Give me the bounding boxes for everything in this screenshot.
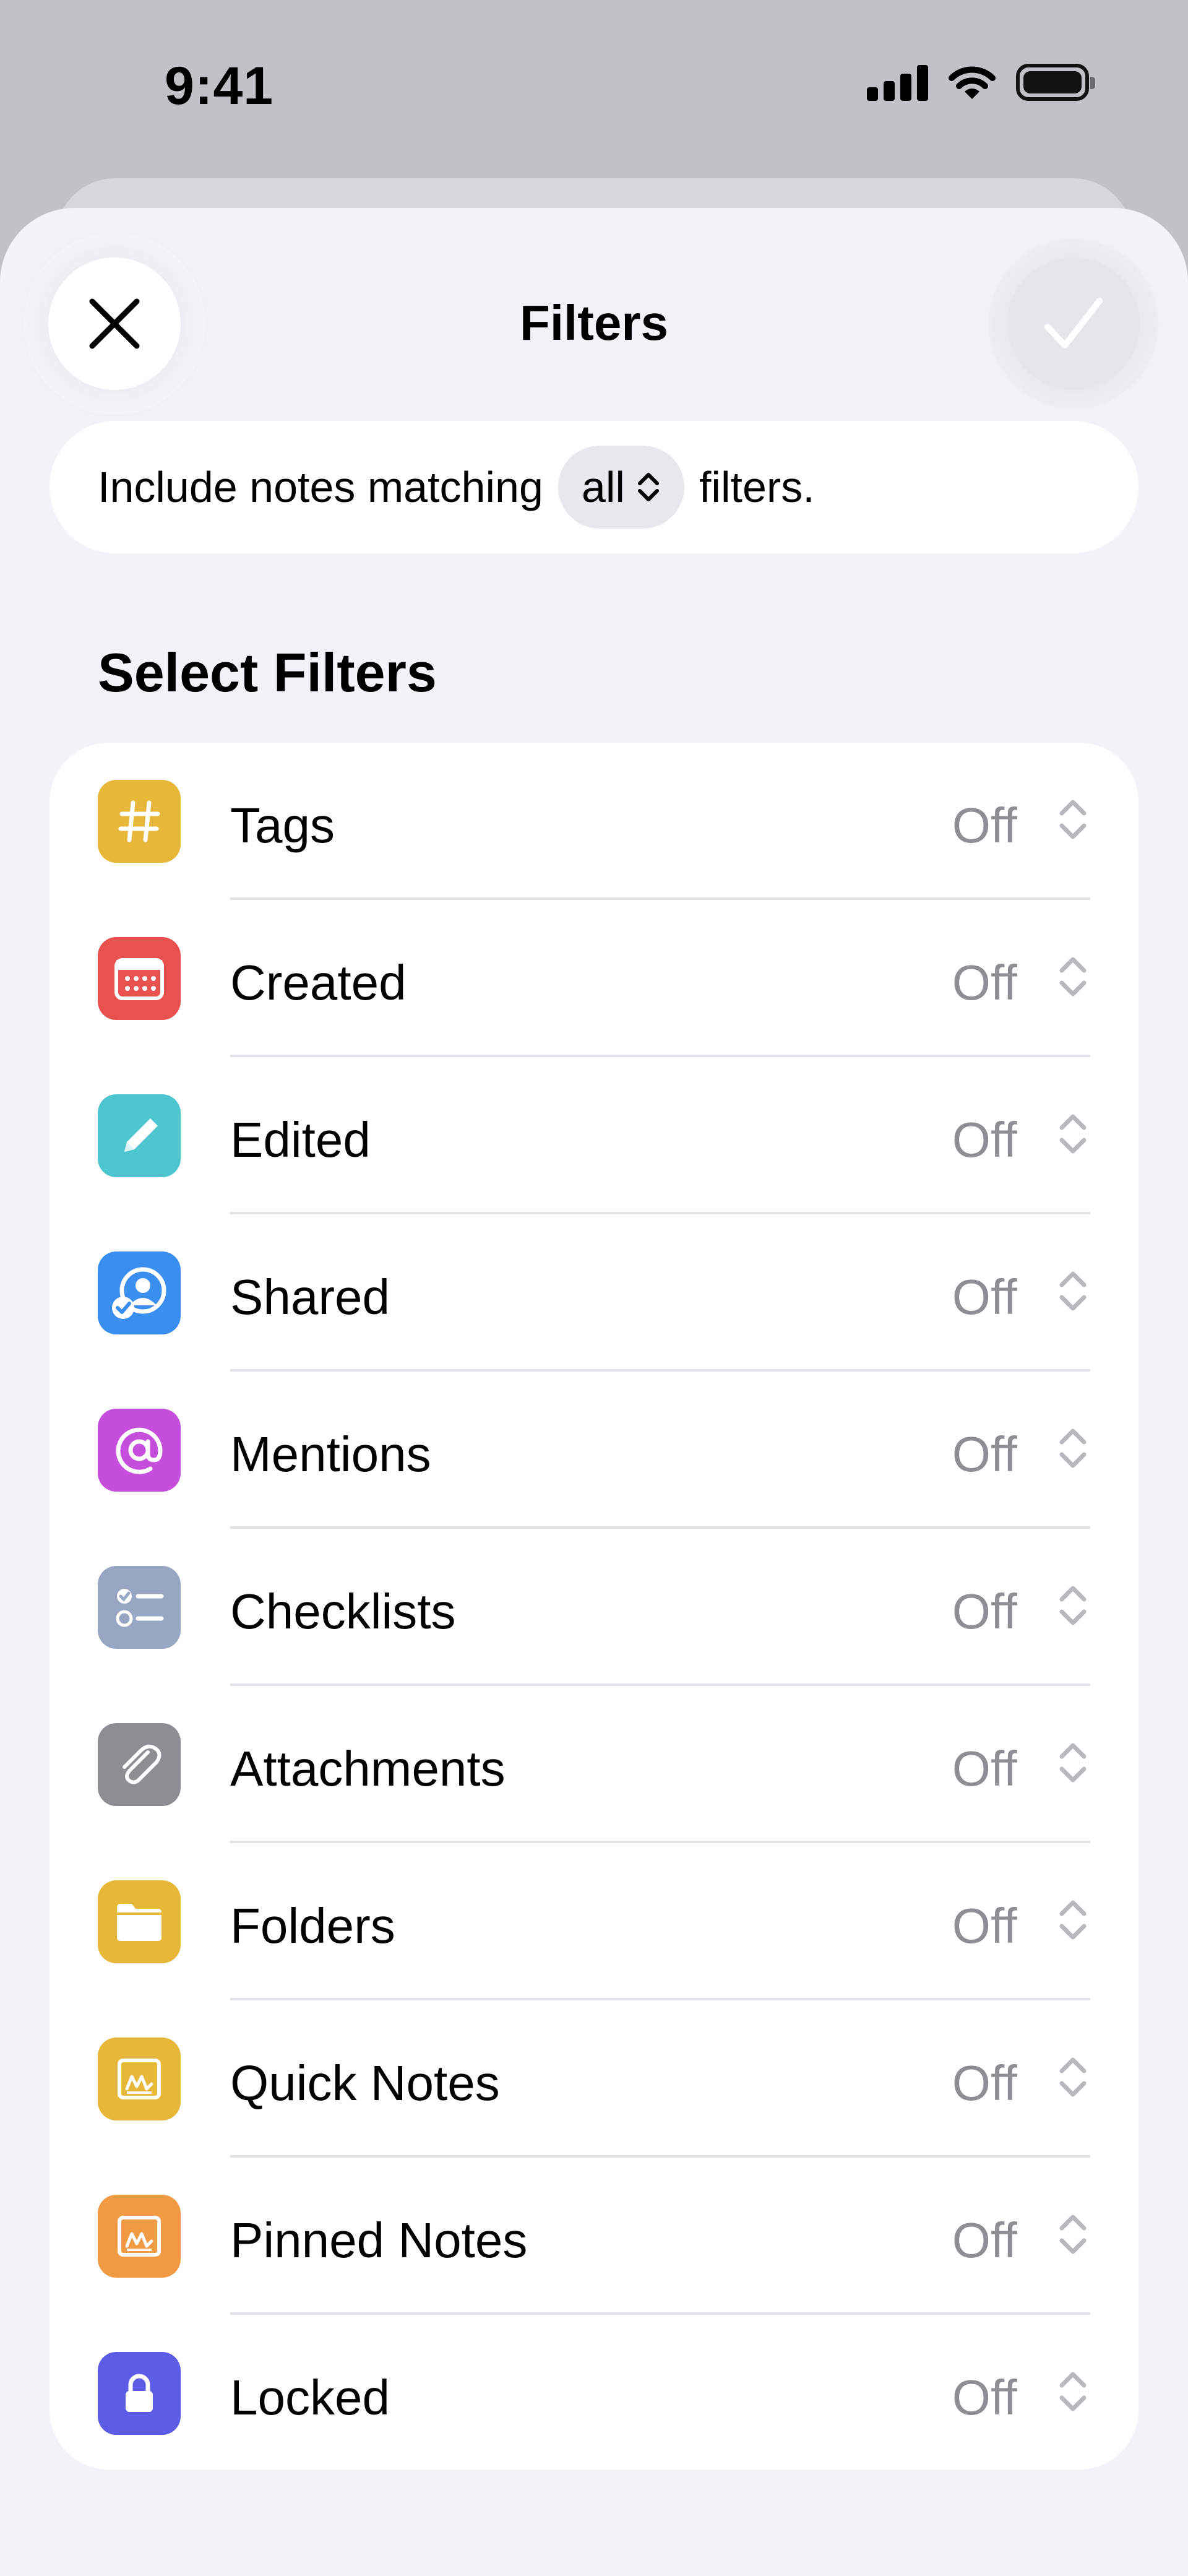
- status-time: 9:41: [165, 56, 274, 116]
- filter-row-attachments[interactable]: Attachments Off: [50, 1686, 1138, 1843]
- chevron-updown-icon: [1059, 800, 1087, 839]
- hashtag-icon: [98, 780, 181, 863]
- cellular-signal-icon: [867, 64, 928, 101]
- filter-row-created[interactable]: Created Off: [50, 900, 1138, 1057]
- filter-row-edited[interactable]: Edited Off: [50, 1057, 1138, 1214]
- filter-value: Off: [952, 798, 1017, 853]
- done-button[interactable]: [1007, 257, 1140, 390]
- match-mode-row: Include notes matching all filters.: [50, 421, 1138, 553]
- filter-value: Off: [952, 1584, 1017, 1639]
- calendar-icon: [98, 937, 181, 1020]
- quick-note-icon: [98, 2038, 181, 2120]
- filter-label: Checklists: [230, 1584, 456, 1639]
- filter-row-folders[interactable]: Folders Off: [50, 1843, 1138, 2000]
- filter-value: Off: [952, 2055, 1017, 2111]
- chevron-updown-icon: [1059, 1586, 1087, 1625]
- chevron-updown-icon: [1059, 1900, 1087, 1940]
- chevron-updown-icon: [1059, 1428, 1087, 1468]
- filter-value: Off: [952, 1112, 1017, 1167]
- filter-label: Quick Notes: [230, 2055, 500, 2111]
- battery-icon: [1016, 64, 1095, 101]
- checkmark-icon: [1044, 298, 1103, 348]
- checklist-icon: [98, 1566, 181, 1649]
- match-prefix-label: Include notes matching: [98, 463, 543, 511]
- status-bar: 9:41: [0, 0, 1188, 179]
- filter-label: Attachments: [230, 1741, 506, 1796]
- filter-list: Tags Off Created Off Edited Off Shared O…: [50, 743, 1138, 2470]
- pencil-icon: [98, 1094, 181, 1177]
- filter-label: Mentions: [230, 1427, 431, 1482]
- filter-label: Created: [230, 955, 407, 1010]
- match-mode-value: all: [581, 463, 625, 511]
- shared-person-icon: [98, 1251, 181, 1334]
- filter-row-locked[interactable]: Locked Off: [50, 2315, 1138, 2472]
- filter-value: Off: [952, 1427, 1017, 1482]
- filter-row-shared[interactable]: Shared Off: [50, 1214, 1138, 1372]
- filters-sheet: Filters Include notes matching all filte…: [0, 208, 1188, 2576]
- chevron-updown-icon: [1059, 1743, 1087, 1783]
- chevron-updown-icon: [1059, 2372, 1087, 2411]
- chevron-updown-icon: [1059, 1114, 1087, 1154]
- at-sign-icon: [98, 1409, 181, 1492]
- match-mode-selector[interactable]: all: [557, 446, 684, 529]
- paperclip-icon: [98, 1723, 181, 1806]
- filter-label: Edited: [230, 1112, 371, 1167]
- filter-value: Off: [952, 955, 1017, 1010]
- filter-value: Off: [952, 2370, 1017, 2425]
- filter-value: Off: [952, 1269, 1017, 1325]
- filter-row-pinned-notes[interactable]: Pinned Notes Off: [50, 2158, 1138, 2315]
- chevron-updown-icon: [1059, 957, 1087, 996]
- filter-label: Pinned Notes: [230, 2213, 528, 2268]
- filter-value: Off: [952, 2213, 1017, 2268]
- lock-icon: [98, 2352, 181, 2435]
- match-suffix-label: filters.: [699, 463, 815, 511]
- chevron-updown-icon: [1059, 2057, 1087, 2097]
- chevron-updown-icon: [1059, 1271, 1087, 1311]
- filter-label: Shared: [230, 1269, 390, 1325]
- wifi-icon: [949, 66, 996, 99]
- section-title: Select Filters: [98, 642, 437, 703]
- filter-row-mentions[interactable]: Mentions Off: [50, 1372, 1138, 1529]
- filter-row-quick-notes[interactable]: Quick Notes Off: [50, 2000, 1138, 2158]
- pinned-note-icon: [98, 2195, 181, 2278]
- filter-label: Tags: [230, 798, 335, 853]
- filter-row-tags[interactable]: Tags Off: [50, 743, 1138, 900]
- filter-value: Off: [952, 1741, 1017, 1796]
- status-icons: [867, 63, 1095, 102]
- filter-row-checklists[interactable]: Checklists Off: [50, 1529, 1138, 1686]
- filter-label: Locked: [230, 2370, 390, 2425]
- chevron-updown-icon: [1059, 2215, 1087, 2254]
- filter-label: Folders: [230, 1898, 395, 1953]
- folder-icon: [98, 1880, 181, 1963]
- filter-value: Off: [952, 1898, 1017, 1953]
- chevron-updown-icon: [637, 473, 659, 501]
